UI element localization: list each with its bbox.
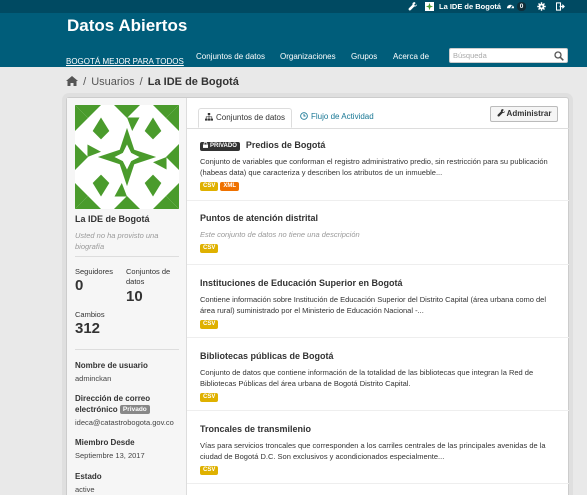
lock-icon xyxy=(203,142,208,148)
followers-label: Seguidores xyxy=(75,267,113,276)
manage-button-label: Administrar xyxy=(506,109,552,118)
home-icon[interactable] xyxy=(66,76,78,86)
dataset-item: PRIVADO Predios de Bogotá Conjunto de var… xyxy=(200,139,560,192)
dataset-item: Bibliotecas públicas de Bogotá Conjunto … xyxy=(200,350,560,403)
dataset-description: Conjunto de variables que conforman el r… xyxy=(200,157,548,177)
format-badge-xml[interactable]: XML xyxy=(220,182,240,191)
sitemap-icon xyxy=(205,113,213,121)
followers-count: 0 xyxy=(75,277,84,294)
dashboard-icon[interactable] xyxy=(506,2,515,11)
tab-activity-label: Flujo de Actividad xyxy=(311,112,374,121)
user-avatar-icon[interactable] xyxy=(425,2,434,11)
state-label: Estado xyxy=(75,472,102,481)
dataset-formats: CSV XML xyxy=(200,182,560,192)
dataset-formats: CSV xyxy=(200,244,560,254)
wrench-icon[interactable] xyxy=(408,2,417,11)
format-badge-csv[interactable]: CSV xyxy=(200,393,219,402)
profile-sidebar: La IDE de Bogotá Usted no ha provisto un… xyxy=(67,98,187,495)
tab-activity[interactable]: Flujo de Actividad xyxy=(294,108,380,128)
dataset-description: Vías para servicios troncales que corres… xyxy=(200,441,546,461)
account-bar: La IDE de Bogotá 0 xyxy=(0,0,587,13)
profile-logo-image xyxy=(75,105,179,209)
tab-datasets[interactable]: Conjuntos de datos xyxy=(198,108,292,128)
private-badge-label: PRIVADO xyxy=(210,143,237,149)
sign-out-icon[interactable] xyxy=(556,2,565,11)
private-badge: PRIVADO xyxy=(200,142,240,151)
content-wrapper: La IDE de Bogotá Usted no ha provisto un… xyxy=(66,97,569,495)
sidebar-divider xyxy=(75,256,179,257)
dataset-description: Este conjunto de datos no tiene una desc… xyxy=(200,230,360,239)
clock-icon xyxy=(300,112,308,120)
dataset-title-link[interactable]: Troncales de transmilenio xyxy=(200,424,311,434)
username-label: Nombre de usuario xyxy=(75,361,148,370)
email-value: ideca@catastrobogota.gov.co xyxy=(75,418,174,427)
email-private-badge: Privado xyxy=(119,405,150,414)
nav-groups[interactable]: Grupos xyxy=(351,52,377,61)
state-value: active xyxy=(75,485,95,494)
search-box xyxy=(449,48,568,63)
email-label: Dirección de correo electrónico Privado xyxy=(75,393,181,415)
dashboard-count-badge: 0 xyxy=(517,2,526,11)
dataset-separator xyxy=(187,337,569,338)
dataset-separator xyxy=(187,264,569,265)
dataset-item: Troncales de transmilenio Vías para serv… xyxy=(200,423,560,476)
dataset-title-link[interactable]: Puntos de atención distrital xyxy=(200,213,318,223)
datasets-count-label: Conjuntos de datos xyxy=(126,267,171,286)
profile-description: Usted no ha provisto una biografía xyxy=(75,231,159,251)
dataset-formats: CSV xyxy=(200,393,560,403)
sidebar-divider xyxy=(75,349,179,350)
edits-label: Cambios xyxy=(75,310,105,319)
dataset-title-link[interactable]: Bibliotecas públicas de Bogotá xyxy=(200,351,334,361)
format-badge-csv[interactable]: CSV xyxy=(200,244,219,253)
profile-name: La IDE de Bogotá xyxy=(75,214,150,224)
member-since-value: Septiembre 13, 2017 xyxy=(75,451,145,460)
nav-about[interactable]: Acerca de xyxy=(393,52,429,61)
site-tagline[interactable]: BOGOTÁ MEJOR PARA TODOS xyxy=(66,57,184,66)
wrench-icon xyxy=(497,109,505,117)
member-since-label: Miembro Desde xyxy=(75,438,135,447)
dataset-item: Puntos de atención distrital Este conjun… xyxy=(200,212,560,254)
dataset-item: Instituciones de Educación Superior en B… xyxy=(200,277,560,330)
tab-divider xyxy=(187,128,569,129)
datasets-count: 10 xyxy=(126,288,143,305)
dataset-formats: CSV xyxy=(200,320,560,330)
breadcrumb: / Usuarios / La IDE de Bogotá xyxy=(66,76,239,88)
breadcrumb-current[interactable]: La IDE de Bogotá xyxy=(148,76,239,88)
gear-icon[interactable] xyxy=(537,2,546,11)
dataset-description: Contiene información sobre Institución d… xyxy=(200,295,547,315)
search-input[interactable] xyxy=(453,49,551,62)
masthead: La IDE de Bogotá 0 Datos Abiertos BOGOTÁ… xyxy=(0,0,587,67)
format-badge-csv[interactable]: CSV xyxy=(200,466,219,475)
dataset-title-link[interactable]: Instituciones de Educación Superior en B… xyxy=(200,278,403,288)
tab-datasets-label: Conjuntos de datos xyxy=(216,113,285,122)
edits-count: 312 xyxy=(75,320,101,337)
dataset-formats: CSV xyxy=(200,466,560,476)
format-badge-csv[interactable]: CSV xyxy=(200,320,219,329)
manage-button[interactable]: Administrar xyxy=(490,106,558,122)
nav-organizations[interactable]: Organizaciones xyxy=(280,52,336,61)
dataset-separator xyxy=(187,410,569,411)
breadcrumb-users[interactable]: Usuarios xyxy=(91,76,134,88)
dataset-description: Conjunto de datos que contiene informaci… xyxy=(200,368,534,388)
dataset-separator xyxy=(187,483,569,484)
nav-datasets[interactable]: Conjuntos de datos xyxy=(196,52,265,61)
username-value: adminckan xyxy=(75,374,112,383)
dataset-separator xyxy=(187,200,569,201)
account-username-link[interactable]: La IDE de Bogotá xyxy=(439,0,501,13)
search-icon[interactable] xyxy=(554,51,564,61)
dataset-title-link[interactable]: Predios de Bogotá xyxy=(246,140,326,150)
format-badge-csv[interactable]: CSV xyxy=(200,182,219,191)
site-title[interactable]: Datos Abiertos xyxy=(67,16,187,36)
